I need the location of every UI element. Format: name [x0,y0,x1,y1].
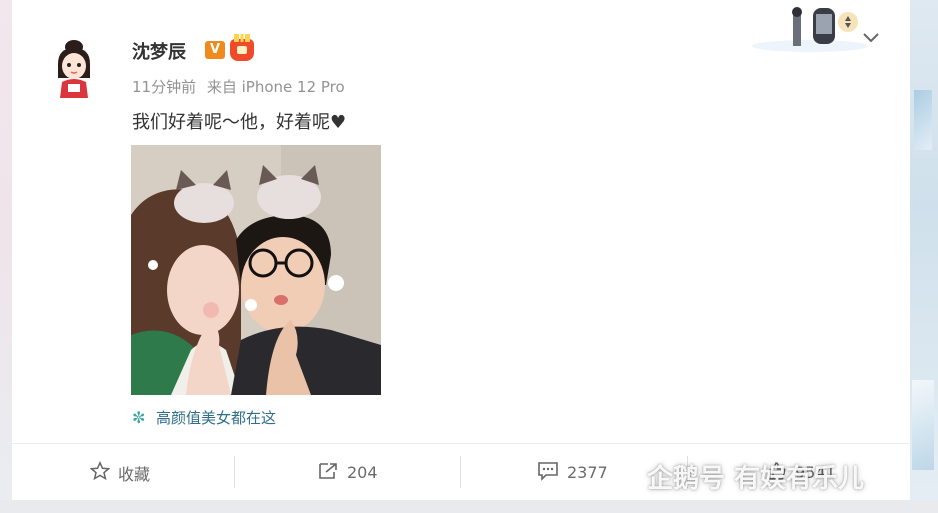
star-icon [89,460,111,485]
background-left [0,0,12,513]
comment-icon [537,461,559,485]
watermark: 企鹅号 有娱有乐儿 [605,456,864,496]
watermark-text: 企鹅号 有娱有乐儿 [647,463,865,494]
card-skin-decoration [750,2,870,54]
post-meta: 11分钟前 来自 iPhone 12 Pro [132,76,345,97]
chevron-down-icon[interactable] [860,26,882,48]
author-avatar[interactable] [44,34,104,98]
post-time[interactable]: 11分钟前 [132,78,196,96]
vip-crown-icon[interactable] [230,34,254,61]
repost-button[interactable]: 204 [317,444,378,501]
topic-label: 高颜值美女都在这 [156,409,277,427]
action-divider [234,456,235,488]
comment-button[interactable]: 2377 [537,444,608,501]
topic-link[interactable]: ✼ 高颜值美女都在这 [132,407,276,428]
repost-count: 204 [347,463,378,482]
page-bottom-strip [0,500,938,513]
penguin-logo-icon [605,455,639,498]
favorite-label: 收藏 [118,464,151,484]
post-text: 我们好着呢～他，好着呢♥ [132,112,347,133]
topic-icon: ✼ [132,408,146,427]
comment-count: 2377 [567,463,608,482]
verified-badge-icon[interactable]: V [205,41,225,59]
post-image[interactable] [131,145,381,395]
action-divider [460,456,461,488]
favorite-button[interactable]: 收藏 [89,444,151,501]
author-name[interactable]: 沈梦辰 [132,38,186,64]
background-right [910,0,938,513]
post-source: 来自 iPhone 12 Pro [206,78,345,96]
repost-icon [317,461,339,485]
